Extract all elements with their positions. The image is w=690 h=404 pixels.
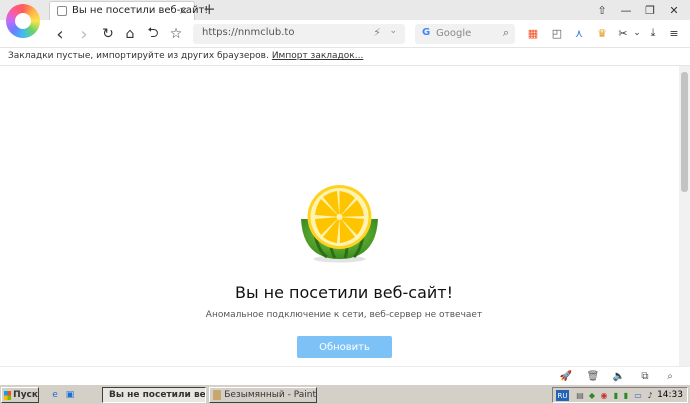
ie-icon[interactable]: e [48, 388, 62, 402]
signal-icon[interactable]: ▮ [611, 390, 621, 401]
lightning-icon[interactable]: ⚡ [373, 26, 381, 39]
download-icon[interactable]: ⤓ [645, 25, 661, 41]
search-input[interactable]: Google [436, 28, 471, 39]
error-subtitle: Аномальное подключение к сети, веб-серве… [205, 310, 483, 320]
lemon-watermelon-icon [301, 185, 378, 263]
shield-icon[interactable]: ◆ [587, 390, 597, 401]
tab-active[interactable]: Вы не посетили веб-сайт! × [49, 1, 208, 20]
start-label: Пуск [13, 390, 38, 400]
trash-icon[interactable]: 🗑 [586, 369, 600, 383]
translate-icon[interactable]: ⋏ [571, 25, 587, 41]
desktop-icon[interactable]: ▣ [63, 388, 77, 402]
taskbar-item-label: Безымянный - Paint [224, 390, 316, 400]
rocket-icon[interactable]: 🚀 [559, 369, 573, 383]
window-controls: ⇧ — ❐ ✕ [590, 2, 686, 18]
forward-button[interactable]: › [74, 24, 94, 45]
paint-icon [213, 390, 222, 400]
system-tray: RU ▤ ◆ ◉ ▮ ▮ ▭ ♪ 14:33 [552, 387, 688, 403]
browser-logo-icon[interactable] [6, 4, 40, 38]
bookmark-star-icon[interactable]: ☆ [166, 24, 186, 44]
apps-grid-icon[interactable]: ▦ [525, 25, 541, 41]
browser-status-bar: 🚀 🗑 🔈 ⧉ ⌕ [0, 366, 690, 384]
vertical-scrollbar[interactable] [679, 66, 690, 366]
close-window-button[interactable]: ✕ [662, 2, 686, 18]
chevron-down-icon[interactable]: ⌄ [389, 26, 397, 36]
volume-icon[interactable]: ♪ [645, 390, 655, 401]
search-icon[interactable]: ⌕ [503, 26, 509, 40]
copy-icon[interactable]: ⧉ [638, 369, 652, 383]
reload-page-button[interactable]: Обновить [297, 336, 392, 358]
google-icon: G [422, 27, 431, 38]
url-text[interactable]: https://nnmclub.to [202, 27, 294, 38]
minimize-button[interactable]: — [614, 2, 638, 18]
clock: 14:33 [657, 390, 683, 400]
tab-close-icon[interactable]: × [179, 4, 188, 17]
signal-icon[interactable]: ▮ [621, 390, 631, 401]
scrollbar-thumb[interactable] [681, 72, 688, 192]
taskbar-item-paint[interactable]: Безымянный - Paint [209, 387, 317, 403]
toolbar: ‹ › ↻ ⌂ ⮌ ☆ https://nnmclub.to ⚡ ⌄ G Goo… [0, 20, 690, 48]
bookmarks-bar: Закладки пустые, импортируйте из других … [0, 48, 690, 66]
chevron-down-icon[interactable]: ⌄ [629, 25, 645, 41]
windows-logo-icon [4, 390, 12, 400]
reload-button[interactable]: ↻ [98, 24, 118, 44]
taskbar-item-browser[interactable]: Вы не посетили веб-сайт! [102, 387, 206, 403]
menu-icon[interactable]: ≡ [666, 25, 682, 41]
network-icon[interactable]: ▤ [575, 390, 585, 401]
undo-close-button[interactable]: ⮌ [143, 24, 163, 44]
taskbar-item-label: Вы не посетили веб-сайт! [109, 390, 206, 400]
windows-taskbar: Пуск e ▣ Вы не посетили веб-сайт! Безымя… [0, 384, 690, 404]
tab-list-icon[interactable]: ⇧ [590, 2, 614, 18]
extension-icon[interactable]: ♛ [594, 25, 610, 41]
language-indicator[interactable]: RU [556, 390, 569, 401]
page-icon [57, 6, 67, 16]
zoom-icon[interactable]: ⌕ [663, 369, 677, 383]
import-bookmarks-link[interactable]: Импорт закладок... [272, 51, 363, 61]
speaker-icon[interactable]: 🔈 [612, 369, 626, 383]
bookmarks-empty-text: Закладки пустые, импортируйте из других … [8, 51, 269, 61]
home-button[interactable]: ⌂ [120, 24, 140, 44]
error-title: Вы не посетили веб-сайт! [234, 283, 454, 302]
back-button[interactable]: ‹ [50, 24, 70, 45]
ublock-icon[interactable]: ◰ [549, 25, 565, 41]
page-content: Вы не посетили веб-сайт! Аномальное подк… [0, 66, 679, 366]
maximize-button[interactable]: ❐ [638, 2, 662, 18]
new-tab-button[interactable]: + [203, 0, 216, 18]
start-button[interactable]: Пуск [1, 387, 39, 403]
search-box[interactable]: G Google ⌕ [415, 24, 515, 44]
antivirus-icon[interactable]: ◉ [599, 390, 609, 401]
title-bar: Вы не посетили веб-сайт! × + ⇧ — ❐ ✕ [0, 0, 690, 20]
address-bar[interactable]: https://nnmclub.to ⚡ ⌄ [193, 24, 405, 44]
monitor-icon[interactable]: ▭ [633, 390, 643, 401]
